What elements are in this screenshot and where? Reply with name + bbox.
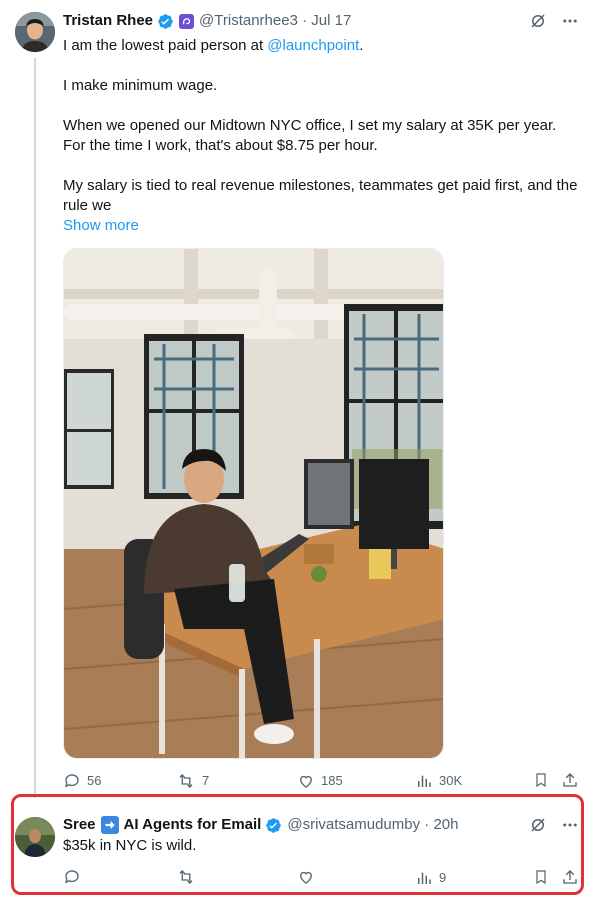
show-more-link[interactable]: Show more [63, 216, 139, 236]
bookmark-icon [536, 773, 546, 788]
views-chart-icon [418, 872, 431, 884]
share-icon [563, 870, 577, 884]
reply-author-avatar[interactable] [15, 817, 55, 857]
author-display-name[interactable]: Tristan Rhee [63, 11, 153, 31]
bookmark-button[interactable] [533, 771, 549, 789]
more-options-icon[interactable] [561, 816, 579, 839]
verified-badge-icon[interactable] [157, 13, 174, 30]
tweet-text-segment: . [359, 37, 364, 54]
tweet-date[interactable]: Jul 17 [311, 11, 351, 31]
avatar-image [15, 817, 55, 857]
reply-count: 56 [87, 773, 102, 788]
avatar-image [15, 12, 55, 52]
grok-icon[interactable] [529, 816, 547, 839]
reply-header: Sree AI Agents for Email @srivatsamudumb… [63, 815, 459, 835]
bookmark-icon [536, 870, 546, 885]
reply-top-actions [529, 816, 579, 839]
reply-author-handle[interactable]: @srivatsamudumby [287, 815, 420, 835]
mention-link[interactable]: @launchpoint [267, 37, 359, 54]
tweet-photo[interactable] [63, 248, 444, 759]
purple-brand-badge-icon[interactable] [179, 13, 195, 29]
reply-time[interactable]: 20h [433, 815, 458, 835]
author-handle[interactable]: @Tristanrhee3 [199, 11, 298, 31]
views-button[interactable]: 30K [415, 771, 462, 791]
tweet-actions: 56 7 185 30K [63, 771, 581, 793]
tweet-paragraph: When we opened our Midtown NYC office, I… [63, 117, 557, 154]
repost-button[interactable] [176, 868, 196, 886]
share-button[interactable] [561, 771, 579, 789]
reply-icon [64, 774, 79, 788]
views-count: 9 [439, 870, 447, 885]
reply-display-name-part2[interactable]: AI Agents for Email [124, 815, 262, 835]
reply-text: $35k in NYC is wild. [63, 837, 197, 854]
share-button[interactable] [561, 868, 579, 886]
views-chart-icon [418, 775, 431, 787]
tweet-text: I am the lowest paid person at @launchpo… [63, 36, 578, 216]
tweet-header: Tristan Rhee @Tristanrhee3 · Jul 17 [63, 11, 351, 31]
right-arrow-emoji-icon [100, 816, 119, 834]
repost-count: 7 [202, 773, 210, 788]
heart-icon [300, 871, 312, 884]
separator-dot: · [424, 816, 430, 833]
repost-icon [179, 870, 193, 884]
repost-button[interactable]: 7 [176, 771, 209, 791]
grok-icon[interactable] [529, 12, 547, 35]
views-button[interactable]: 9 [415, 868, 446, 888]
reply-actions: 9 [63, 868, 581, 890]
heart-icon [300, 775, 312, 788]
tweet-top-actions [529, 12, 579, 35]
tweet-text-segment: I am the lowest paid person at [63, 37, 268, 54]
tweet-paragraph: I make minimum wage. [63, 77, 218, 94]
bookmark-button[interactable] [533, 868, 549, 886]
repost-icon [179, 774, 193, 788]
thread-line [34, 58, 36, 798]
like-count: 185 [321, 773, 343, 788]
author-avatar[interactable] [15, 12, 55, 52]
reply-button[interactable]: 56 [63, 771, 101, 791]
office-photo-image [64, 249, 443, 758]
views-count: 30K [439, 773, 463, 788]
reply-icon [64, 870, 79, 884]
reply-display-name-part1[interactable]: Sree [63, 815, 96, 835]
share-icon [563, 773, 577, 787]
reply-button[interactable] [63, 868, 81, 886]
more-options-icon[interactable] [561, 12, 579, 35]
tweet-paragraph: I am the lowest paid person at @launchpo… [63, 36, 578, 56]
like-button[interactable]: 185 [297, 771, 343, 791]
separator-dot: · [302, 12, 308, 29]
verified-badge-icon[interactable] [265, 817, 282, 834]
tweet-paragraph: My salary is tied to real revenue milest… [63, 177, 578, 214]
like-button[interactable] [297, 868, 315, 886]
